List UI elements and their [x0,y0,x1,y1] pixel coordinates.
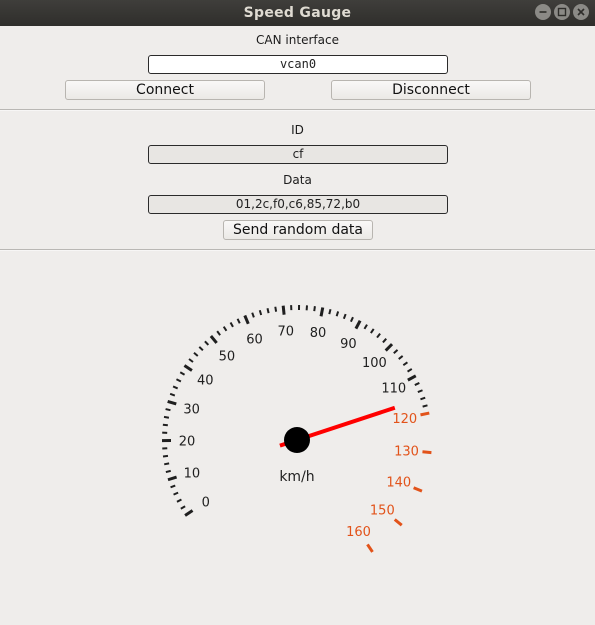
gauge-minor-tick [198,346,204,352]
window-controls [535,4,589,20]
gauge-minor-tick [398,355,404,360]
gauge-major-tick [209,335,218,344]
gauge-minor-tick [402,361,408,367]
gauge-minor-tick [176,498,182,503]
gauge-minor-tick [274,306,278,312]
gauge-minor-tick [266,308,270,314]
gauge-tick-label: 0 [202,496,210,511]
gauge-major-tick [384,343,394,352]
gauge-major-tick [354,319,362,330]
section-divider [0,109,595,111]
gauge-minor-tick [393,349,399,354]
gauge-minor-tick [420,396,426,401]
gauge-minor-tick [216,330,221,336]
gauge-minor-tick [342,313,347,320]
can-interface-input[interactable]: vcan0 [148,55,448,74]
gauge-tick-label: 160 [346,525,371,540]
gauge-minor-tick [328,308,332,315]
gauge-tick-label: 30 [183,403,200,418]
gauge-minor-tick [335,311,340,317]
gauge-tick-label: 100 [362,356,387,371]
gauge-major-tick [413,486,423,493]
gauge-minor-tick [188,358,194,363]
gauge-tick-label: 140 [386,476,411,491]
gauge-minor-tick [163,415,170,419]
gauge-minor-tick [204,340,210,346]
gauge-major-tick [420,411,430,417]
gauge-major-tick [319,307,325,317]
gauge-minor-tick [363,324,368,330]
gauge-minor-tick [172,385,179,390]
gauge-major-tick [167,399,177,406]
id-label: ID [291,123,304,137]
gauge-tick-label: 130 [394,444,419,459]
can-interface-label: CAN interface [256,33,339,47]
gauge-minor-tick [350,316,354,323]
data-field: 01,2c,f0,c6,85,72,b0 [148,195,448,214]
gauge-tick-label: 40 [197,373,214,388]
gauge-major-tick [243,314,250,325]
gauge-minor-tick [370,328,375,334]
gauge-minor-tick [164,462,170,466]
disconnect-button[interactable]: Disconnect [331,80,531,100]
gauge-minor-tick [162,454,169,458]
gauge-tick-label: 20 [179,434,196,449]
gauge-minor-tick [258,309,263,316]
gauge-hub [284,427,310,453]
gauge-minor-tick [229,322,234,328]
close-icon[interactable] [573,4,589,20]
gauge-minor-tick [382,338,387,344]
gauge-minor-tick [236,318,241,324]
gauge-major-tick [407,374,417,382]
maximize-icon[interactable] [554,4,570,20]
section-divider [0,249,595,251]
gauge-major-tick [183,364,193,372]
gauge-minor-tick [170,484,176,489]
gauge-tick-label: 70 [277,325,294,340]
gauge-tick-label: 50 [219,349,236,364]
gauge-major-tick [422,450,432,455]
gauge-minor-tick [169,392,176,397]
connect-button[interactable]: Connect [65,80,265,100]
gauge-tick-label: 80 [310,326,327,341]
gauge-minor-tick [422,404,428,408]
gauge-tick-label: 10 [184,466,201,481]
gauge-minor-tick [165,408,171,412]
window-title: Speed Gauge [243,5,352,21]
gauge-tick-label: 60 [246,333,263,348]
gauge-major-tick [167,475,178,482]
gauge-tick-label: 150 [370,503,395,518]
gauge-minor-tick [376,333,381,339]
speed-gauge: 010 20 30 40 50 60 70 80 90 100 110 120 130 140 150 160… [161,305,432,553]
gauge-minor-tick [193,352,199,357]
minimize-icon[interactable] [535,4,551,20]
data-label: Data [283,173,312,187]
gauge-minor-tick [407,368,413,373]
gauge-tick-label: 110 [381,382,406,397]
gauge-minor-tick [313,306,316,312]
gauge-minor-tick [165,469,171,474]
id-field: cf [148,145,448,164]
gauge-minor-tick [175,378,182,383]
gauge-minor-tick [417,389,423,394]
send-random-data-button[interactable]: Send random data [223,220,373,240]
gauge-minor-tick [162,423,168,427]
gauge-unit-label: km/h [279,469,314,485]
gauge-major-tick [281,305,286,315]
title-bar: Speed Gauge [0,0,595,26]
gauge-major-tick [366,543,374,553]
gauge-minor-tick [414,382,420,386]
gauge-minor-tick [179,371,186,376]
gauge-major-tick [393,518,403,527]
gauge-minor-tick [251,312,255,318]
gauge-minor-tick [180,505,186,510]
gauge-tick-label: 120 [392,412,417,427]
gauge-tick-label: 90 [340,337,357,352]
gauge-minor-tick [173,491,179,496]
gauge-minor-tick [222,326,228,332]
gauge-major-tick [184,509,194,517]
